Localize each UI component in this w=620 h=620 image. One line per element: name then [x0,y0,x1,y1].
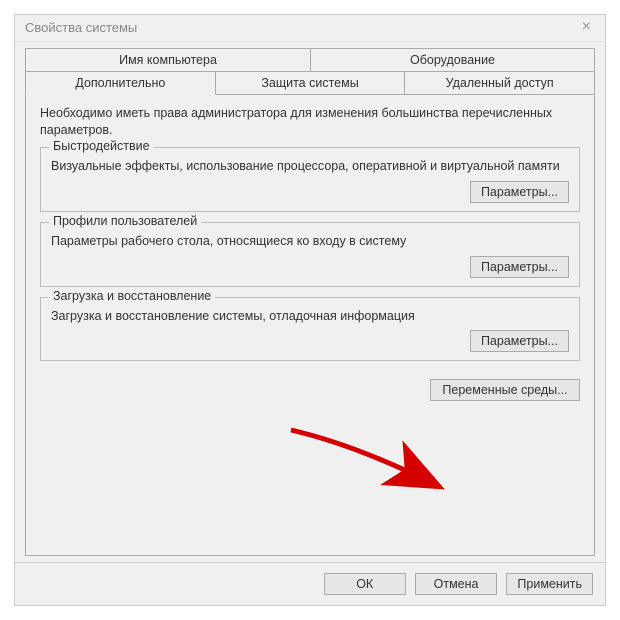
titlebar: Свойства системы × [15,15,605,42]
system-properties-dialog: Свойства системы × Имя компьютера Оборуд… [14,14,606,606]
performance-desc: Визуальные эффекты, использование процес… [51,158,569,175]
startup-recovery-legend: Загрузка и восстановление [49,289,215,303]
tab-system-protection[interactable]: Защита системы [216,71,406,95]
cancel-button[interactable]: Отмена [415,573,497,595]
performance-legend: Быстродействие [49,139,154,153]
tab-row-bottom: Дополнительно Защита системы Удаленный д… [25,71,595,94]
dialog-content: Имя компьютера Оборудование Дополнительн… [15,42,605,562]
advanced-panel: Необходимо иметь права администратора дл… [25,94,595,556]
user-profiles-desc: Параметры рабочего стола, относящиеся ко… [51,233,569,250]
tab-remote[interactable]: Удаленный доступ [405,71,595,95]
apply-button[interactable]: Применить [506,573,593,595]
tab-row-top: Имя компьютера Оборудование [25,48,595,71]
performance-settings-button[interactable]: Параметры... [470,181,569,203]
close-icon[interactable]: × [576,19,597,35]
user-profiles-legend: Профили пользователей [49,214,201,228]
user-profiles-settings-button[interactable]: Параметры... [470,256,569,278]
environment-variables-button[interactable]: Переменные среды... [430,379,580,401]
startup-recovery-group: Загрузка и восстановление Загрузка и вос… [40,297,580,362]
startup-recovery-desc: Загрузка и восстановление системы, отлад… [51,308,569,325]
admin-intro-text: Необходимо иметь права администратора дл… [40,105,580,139]
window-title: Свойства системы [25,20,576,35]
annotation-arrow-icon [286,425,456,505]
tab-advanced[interactable]: Дополнительно [25,71,216,95]
user-profiles-group: Профили пользователей Параметры рабочего… [40,222,580,287]
tab-hardware[interactable]: Оборудование [310,48,595,72]
performance-group: Быстродействие Визуальные эффекты, испол… [40,147,580,212]
ok-button[interactable]: ОК [324,573,406,595]
dialog-footer: ОК Отмена Применить [15,562,605,605]
tab-computer-name[interactable]: Имя компьютера [25,48,310,72]
startup-recovery-settings-button[interactable]: Параметры... [470,330,569,352]
